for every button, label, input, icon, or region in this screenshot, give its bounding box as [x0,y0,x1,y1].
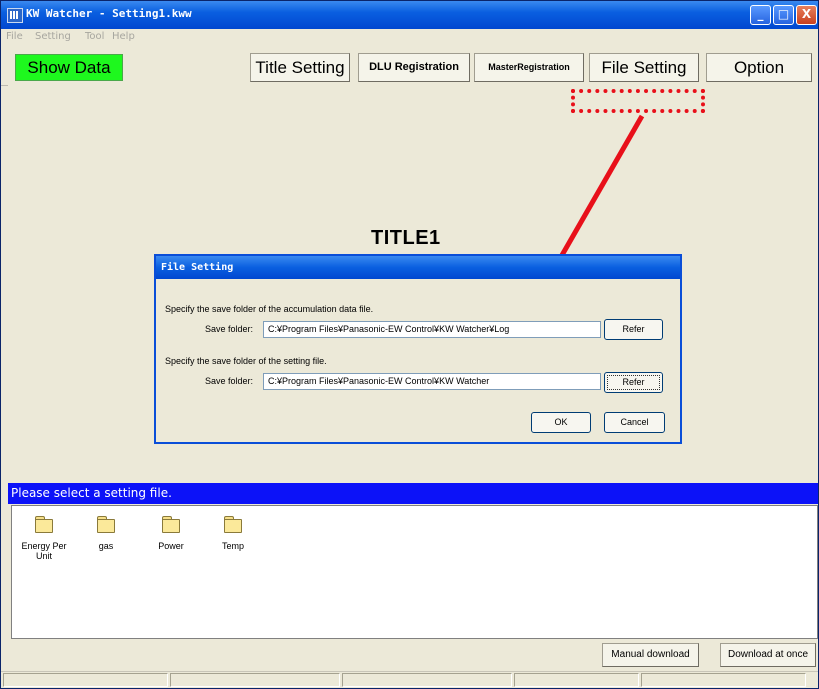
app-window: KW Watcher - Setting1.kww _ □ X File Set… [0,0,819,689]
status-segment [3,673,168,687]
file-item-temp[interactable]: Temp [206,512,260,551]
status-segment [342,673,512,687]
setting-instruction: Specify the save folder of the setting f… [165,356,327,366]
dialog-title[interactable]: File Setting [156,256,680,279]
accumulation-refer-button[interactable]: Refer [604,319,663,340]
accumulation-save-folder-label: Save folder: [205,324,254,334]
cancel-button[interactable]: Cancel [604,412,665,433]
folder-icon [35,516,53,533]
file-item-label: Energy Per Unit [21,541,67,561]
file-item-power[interactable]: Power [144,512,198,551]
setting-save-folder-field[interactable]: C:¥Program Files¥Panasonic-EW Control¥KW… [263,373,601,390]
download-at-once-button[interactable]: Download at once [720,643,816,667]
status-segment [641,673,806,687]
folder-icon [162,516,180,533]
file-item-label: Power [158,541,184,551]
folder-icon [97,516,115,533]
status-message-bar: Please select a setting file. [8,483,818,504]
accumulation-save-folder-field[interactable]: C:¥Program Files¥Panasonic-EW Control¥KW… [263,321,601,338]
file-item-label: Temp [221,541,244,551]
setting-refer-button[interactable]: Refer [604,372,663,393]
file-setting-dialog: File Setting Specify the save folder of … [154,254,682,444]
file-item-gas[interactable]: gas [79,512,133,551]
status-segment [170,673,340,687]
folder-icon [224,516,242,533]
ok-button[interactable]: OK [531,412,591,433]
file-item-energy-per-unit[interactable]: Energy Per Unit [17,512,71,561]
accumulation-instruction: Specify the save folder of the accumulat… [165,304,374,314]
setting-save-folder-label: Save folder: [205,376,254,386]
file-item-label: gas [98,541,114,551]
manual-download-button[interactable]: Manual download [602,643,699,667]
setting-file-list: Energy Per Unit gas Power Temp [11,505,818,639]
status-segment [514,673,639,687]
